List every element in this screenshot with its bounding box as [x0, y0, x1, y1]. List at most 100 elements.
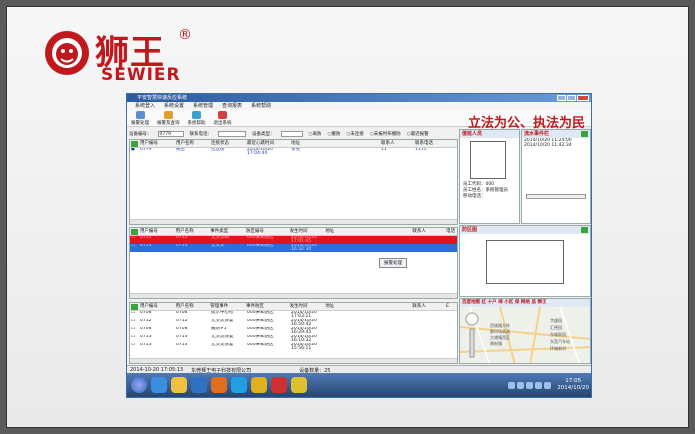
exit-button[interactable]: 退出系统 — [214, 111, 232, 126]
map-title: 百度地图 红 十户 绿 小区 保 网络 监 狮王 — [460, 299, 590, 307]
minimize-button[interactable] — [557, 95, 566, 101]
horizontal-scrollbar[interactable] — [130, 358, 457, 363]
row-checkbox[interactable]: ☐ — [130, 311, 139, 319]
account-label: 设备编号： — [129, 131, 152, 137]
map-view[interactable] — [460, 306, 591, 364]
cell-id: 0708 — [140, 327, 152, 331]
row-checkbox[interactable]: ☐ — [130, 335, 139, 343]
row-checkbox[interactable]: ☐ — [130, 319, 139, 327]
map-labels-right: 华盛园 汇德园 东城家园 东莞汽车站 环城新村 — [550, 318, 570, 351]
query-icon — [163, 111, 173, 119]
close-button[interactable] — [577, 95, 589, 101]
cell-name: 0712 — [176, 319, 188, 323]
slide-frame: 狮王 ® SEWIER 平安智慧快速反应系统 系统登入 系统设置 系统管理 查询… — [6, 6, 689, 428]
account-input[interactable]: 0779 — [157, 130, 184, 137]
firefox-icon[interactable] — [211, 377, 227, 393]
system-tray: 17:05 2014/10/20 — [469, 375, 589, 395]
table-row[interactable]: ● 0779 狮王 已连接 2014/10/20 17:04:44 东莞 11 … — [130, 148, 457, 156]
table-row[interactable]: ☐ 0713 0713 无交流恢复 000未知防区 2014/10/20 15:56:11 — [130, 343, 457, 351]
clock[interactable]: 17:05 2014/10/20 — [557, 378, 589, 392]
app-icon[interactable] — [291, 377, 307, 393]
table-row[interactable]: ☐ 0712 0712 无交流恢复 000未知防区 2014/10/20 16:50:42 — [130, 319, 457, 327]
cell-id: 0713 — [140, 343, 152, 347]
horizontal-scrollbar[interactable] — [130, 219, 457, 224]
radio-recent[interactable]: ○最近报警 — [407, 131, 429, 137]
event-rows: ☐ 0708 0708 提示中心检 000未知防区 2014/10/20 17:03:11… — [130, 311, 457, 351]
help-button[interactable]: 系统帮助 — [188, 111, 206, 126]
browser-icon[interactable] — [231, 377, 247, 393]
row-checkbox[interactable]: ☐ — [130, 236, 139, 244]
log-scrollbar[interactable] — [526, 194, 586, 199]
help-icon — [192, 111, 201, 119]
cell-type: 撤防#1 — [211, 327, 227, 331]
row-checkbox[interactable]: ☐ — [130, 327, 139, 335]
menu-manage[interactable]: 系统管理 — [193, 102, 213, 110]
add-icon[interactable] — [581, 227, 588, 233]
cell-time: 2014/10/20 16:50:42 — [291, 319, 317, 327]
alarm-handle-button[interactable]: 报警处理 — [131, 111, 149, 126]
cell-id: 0712 — [140, 319, 152, 323]
tray-icon[interactable] — [535, 381, 543, 389]
type-select[interactable] — [280, 130, 303, 137]
zone-title: 防区图 — [460, 226, 590, 234]
cell-time: 2014/10/20 16:29:45 — [291, 327, 317, 335]
staff-title: 值班人员 — [460, 130, 519, 138]
alarm-table-header: 用户编号 用户名称 事件类型 防区编号 发生时间 地址 联系人 电话 — [130, 228, 457, 236]
cell-type: 无交流恢复 — [211, 335, 234, 339]
radio-offline[interactable]: ○未连接 — [346, 131, 363, 137]
table-row[interactable]: ☐ 0711 0711 无交流断 000未知防区 2014/10/20 17:0… — [130, 236, 457, 244]
sewier-app-icon[interactable] — [271, 377, 287, 393]
app-window: 平安智慧快速反应系统 系统登入 系统设置 系统管理 查询报表 系统帮助 报警处理… — [126, 93, 592, 398]
cell-time: 2014/10/20 15:56:11 — [291, 343, 317, 351]
brand-english: SEWIER — [101, 65, 181, 85]
tray-icon[interactable] — [508, 381, 516, 389]
row-checkbox[interactable]: ☐ — [130, 343, 139, 351]
add-icon[interactable] — [131, 141, 138, 147]
explorer-icon[interactable] — [171, 377, 187, 393]
media-icon[interactable] — [191, 377, 207, 393]
menu-settings[interactable]: 系统设置 — [164, 102, 184, 110]
start-icon[interactable] — [131, 377, 147, 393]
radio-disarm[interactable]: ○撤防 — [327, 131, 340, 137]
menu-help[interactable]: 系统帮助 — [251, 102, 271, 110]
table-row[interactable]: ☐ 0708 0708 提示中心检 000未知防区 2014/10/20 17:03:11 — [130, 311, 457, 319]
window-titlebar: 平安智慧快速反应系统 — [127, 94, 591, 102]
log-title: 流水事件栏 — [522, 130, 590, 138]
table-row[interactable]: ☐ 0713 0713 无交流 000未知防区 2014/10/20 16:32… — [130, 244, 457, 252]
sewier-logo: 狮王 ® SEWIER — [43, 27, 223, 87]
tray-icon[interactable] — [544, 381, 552, 389]
cell-time: 2014/10/20 16:10:32 — [291, 335, 317, 343]
event-log-panel: 流水事件栏 2014/10/20 11:24:00 2014/10/20 11:… — [521, 129, 591, 224]
tray-icon[interactable] — [517, 381, 525, 389]
zone-map-panel: 防区图 — [459, 225, 591, 297]
cell-zone: 000未知防区 — [247, 335, 274, 339]
cell-name: 0708 — [176, 311, 188, 315]
tray-icon[interactable] — [526, 381, 534, 389]
cell-time: 2014/10/20 17:03:11 — [291, 311, 317, 319]
add-icon[interactable] — [581, 131, 588, 137]
table-row[interactable]: ☐ 0713 0713 无交流恢复 000未知防区 2014/10/20 16:10:32 — [130, 335, 457, 343]
ie-icon[interactable] — [151, 377, 167, 393]
radio-unscheduled[interactable]: ○未报时布撤防 — [370, 131, 401, 137]
context-menu-alarm-handle[interactable]: 报警处理 — [379, 258, 407, 268]
folder-icon[interactable] — [251, 377, 267, 393]
add-icon[interactable] — [131, 229, 138, 235]
window-title: 平安智慧快速反应系统 — [137, 95, 188, 101]
menu-login[interactable]: 系统登入 — [135, 102, 155, 110]
alarm-query-button[interactable]: 报警及查询 — [157, 111, 180, 126]
zone-image — [486, 240, 564, 284]
phone-input[interactable] — [218, 130, 246, 137]
windows-taskbar: 17:05 2014/10/20 — [127, 373, 591, 397]
device-table-header: 用户编号 用户名称 连接状态 最近心跳时间 地址 联系人 联系电话 — [130, 140, 457, 148]
table-row[interactable]: ☐ 0708 0708 撤防#1 000未知防区 2014/10/20 16:29:45 — [130, 327, 457, 335]
toolbar: 报警处理 报警及查询 系统帮助 退出系统 立法为公、执法为民 — [127, 110, 591, 131]
horizontal-scrollbar[interactable] — [130, 293, 457, 298]
log-entry: 2014/10/20 11:42:34 — [524, 143, 572, 148]
maximize-button[interactable] — [567, 95, 576, 101]
device-table: 用户编号 用户名称 连接状态 最近心跳时间 地址 联系人 联系电话 ● 0779… — [129, 139, 458, 225]
row-checkbox[interactable]: ☐ — [130, 244, 139, 252]
radio-arm[interactable]: ○离防 — [309, 131, 322, 137]
add-icon[interactable] — [131, 304, 138, 310]
menu-reports[interactable]: 查询报表 — [222, 102, 242, 110]
cell-zone: 000未知防区 — [247, 311, 274, 315]
